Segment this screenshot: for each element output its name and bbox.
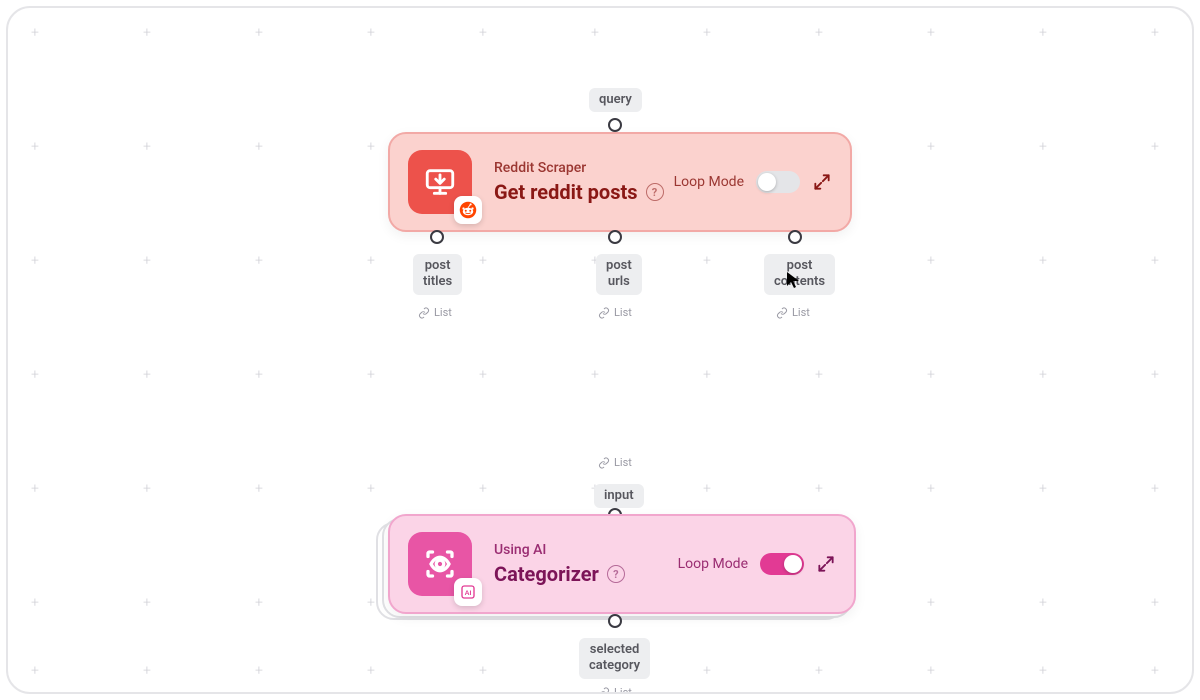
reddit-icon — [459, 201, 477, 219]
node1-text: Reddit Scraper Get reddit posts ? — [494, 160, 674, 204]
loop-mode-label: Loop Mode — [678, 556, 748, 572]
link-icon — [598, 307, 610, 319]
ai-badge-icon: AI — [454, 578, 482, 606]
input-type-input: List — [598, 456, 632, 469]
canvas-frame: // will be populated after JSON parse be… — [6, 6, 1194, 694]
output-port-post-urls[interactable] — [608, 230, 622, 244]
node2-subtitle: Using AI — [494, 542, 678, 558]
input-port-query[interactable] — [608, 118, 622, 132]
link-icon — [598, 457, 610, 469]
output-type-post-urls: List — [598, 306, 632, 319]
reddit-scraper-icon — [408, 150, 472, 214]
input-label-input: input — [594, 484, 644, 508]
help-icon[interactable]: ? — [607, 565, 625, 583]
output-label-post-urls: post urls — [596, 254, 642, 295]
node2-title: Categorizer ? — [494, 562, 678, 586]
categorizer-icon: AI — [408, 532, 472, 596]
loop-mode-label: Loop Mode — [674, 174, 744, 190]
monitor-download-icon — [423, 165, 457, 199]
link-icon — [776, 307, 788, 319]
output-type-selected-category: List — [598, 686, 632, 694]
cursor-icon — [786, 271, 800, 293]
svg-text:AI: AI — [465, 590, 472, 597]
output-port-post-titles[interactable] — [430, 230, 444, 244]
loop-mode-toggle[interactable] — [760, 553, 804, 575]
node2-controls: Loop Mode — [678, 553, 836, 575]
link-icon — [598, 687, 610, 695]
node-categorizer-stack: AI Using AI Categorizer ? Loop Mode — [376, 514, 856, 626]
node-categorizer[interactable]: AI Using AI Categorizer ? Loop Mode — [388, 514, 856, 614]
expand-icon[interactable] — [816, 554, 836, 574]
output-port-post-contents[interactable] — [788, 230, 802, 244]
output-label-post-titles: post titles — [413, 254, 462, 295]
ai-icon: AI — [459, 583, 477, 601]
node-reddit-scraper[interactable]: Reddit Scraper Get reddit posts ? Loop M… — [388, 132, 852, 232]
link-icon — [418, 307, 430, 319]
node1-subtitle: Reddit Scraper — [494, 160, 674, 176]
output-type-post-contents: List — [776, 306, 810, 319]
scan-eye-icon — [422, 546, 458, 582]
expand-icon[interactable] — [812, 172, 832, 192]
input-label-query: query — [589, 88, 642, 112]
node1-title: Get reddit posts ? — [494, 180, 674, 204]
output-type-post-titles: List — [418, 306, 452, 319]
workflow-canvas[interactable]: // will be populated after JSON parse be… — [8, 8, 1192, 692]
reddit-badge-icon — [454, 196, 482, 224]
output-label-selected-category: selected category — [579, 638, 650, 679]
help-icon[interactable]: ? — [646, 183, 664, 201]
loop-mode-toggle[interactable] — [756, 171, 800, 193]
node1-controls: Loop Mode — [674, 171, 832, 193]
node2-text: Using AI Categorizer ? — [494, 542, 678, 586]
output-port-selected-category[interactable] — [608, 614, 622, 628]
